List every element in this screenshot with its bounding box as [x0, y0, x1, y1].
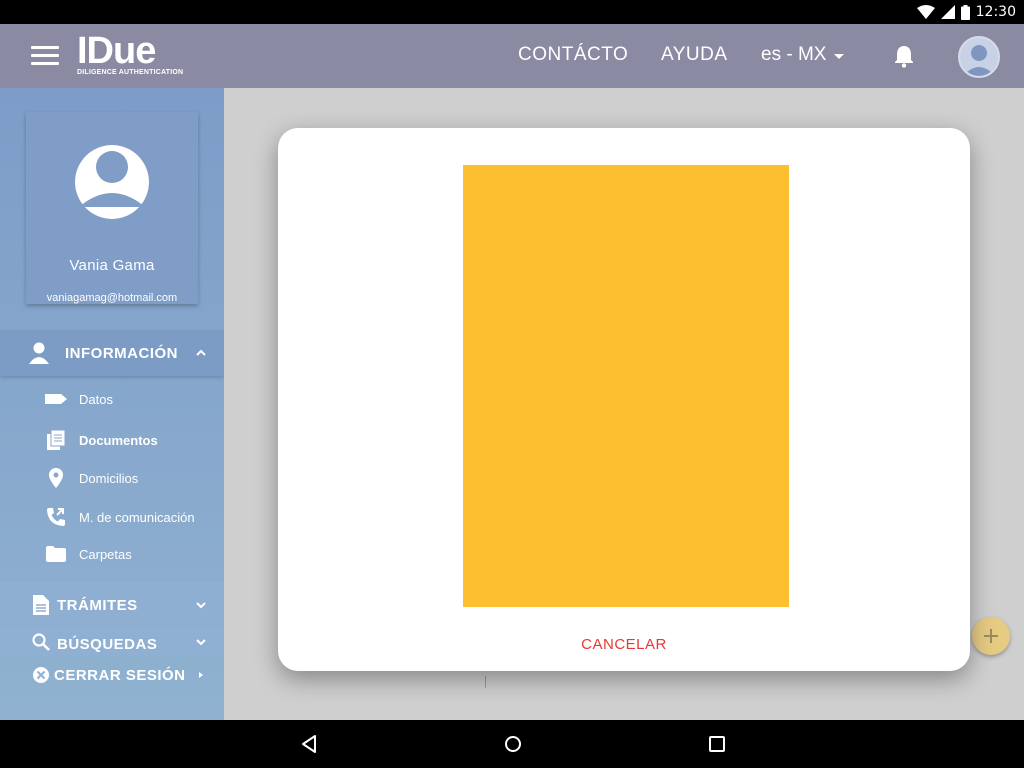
logo-tagline: DILIGENCE AUTHENTICATION [77, 69, 184, 76]
app-bar: IDue DILIGENCE AUTHENTICATION CONTÁCTO A… [0, 24, 1024, 88]
sidebar-item-label: Documentos [79, 432, 158, 448]
documents-icon [45, 429, 67, 451]
chevron-down-icon [196, 639, 206, 646]
add-fab-button[interactable] [972, 617, 1010, 655]
divider [485, 676, 486, 688]
location-pin-icon [45, 467, 67, 489]
dropdown-caret-icon [834, 53, 845, 59]
document-icon [30, 594, 52, 616]
nav-contact-link[interactable]: CONTÁCTO [518, 44, 628, 66]
chevron-down-icon [196, 602, 206, 609]
sidebar-item-comunicacion[interactable]: M. de comunicación [0, 500, 224, 534]
document-preview-image [463, 165, 789, 607]
recents-icon[interactable] [705, 732, 729, 756]
image-preview-dialog: CANCELAR [278, 128, 970, 671]
tag-icon [45, 388, 67, 410]
notifications-bell-icon[interactable] [893, 44, 915, 68]
section-tramites-label: TRÁMITES [57, 596, 138, 614]
app-logo: IDue DILIGENCE AUTHENTICATION [77, 32, 183, 76]
profile-email: vaniagamag@hotmail.com [46, 292, 178, 304]
sidebar-item-datos[interactable]: Datos [0, 382, 224, 416]
back-icon[interactable] [297, 732, 321, 756]
signal-icon [940, 5, 955, 19]
sidebar-item-label: Carpetas [79, 546, 132, 562]
status-icons: 12:30 [916, 0, 1016, 24]
logout-label: CERRAR SESIÓN [54, 666, 186, 684]
sidebar-item-carpetas[interactable]: Carpetas [0, 537, 224, 571]
sidebar-item-label: Domicilios [79, 470, 139, 486]
user-avatar[interactable] [958, 36, 1000, 78]
section-tramites[interactable]: TRÁMITES [0, 582, 224, 628]
chevron-up-icon [196, 349, 206, 356]
logout-button[interactable]: CERRAR SESIÓN [0, 660, 224, 690]
sidebar-item-label: M. de comunicación [79, 509, 195, 525]
status-time: 12:30 [975, 4, 1016, 20]
profile-name: Vania Gama [69, 257, 155, 274]
plus-icon [984, 629, 998, 643]
sidebar-item-domicilios[interactable]: Domicilios [0, 461, 224, 495]
cancel-button[interactable]: CANCELAR [278, 636, 970, 653]
nav-help-link[interactable]: AYUDA [661, 44, 728, 66]
sidebar-item-label: Datos [79, 391, 113, 407]
sidebar-item-documentos[interactable]: Documentos [0, 423, 224, 457]
menu-button[interactable] [28, 42, 62, 70]
language-value: es - MX [761, 44, 827, 65]
system-nav-bar [0, 720, 1024, 768]
chevron-right-icon [199, 672, 203, 678]
logo-text: IDue [77, 30, 156, 72]
person-icon [28, 342, 50, 364]
close-circle-icon [30, 664, 52, 686]
sidebar: Vania Gama vaniagamag@hotmail.com INFORM… [0, 88, 224, 720]
phone-forward-icon [45, 506, 67, 528]
search-icon [30, 631, 52, 653]
folder-icon [45, 543, 67, 565]
section-busquedas-label: BÚSQUEDAS [57, 636, 158, 653]
language-select[interactable]: es - MX [761, 44, 845, 66]
section-informacion-label: INFORMACIÓN [65, 344, 178, 362]
wifi-icon [916, 5, 935, 19]
section-informacion[interactable]: INFORMACIÓN [0, 330, 224, 376]
section-busquedas[interactable]: BÚSQUEDAS [0, 628, 224, 656]
profile-card: Vania Gama vaniagamag@hotmail.com [26, 112, 198, 304]
home-icon[interactable] [501, 732, 525, 756]
profile-avatar [75, 145, 149, 219]
battery-icon [960, 4, 970, 20]
status-bar: 12:30 [0, 0, 1024, 24]
